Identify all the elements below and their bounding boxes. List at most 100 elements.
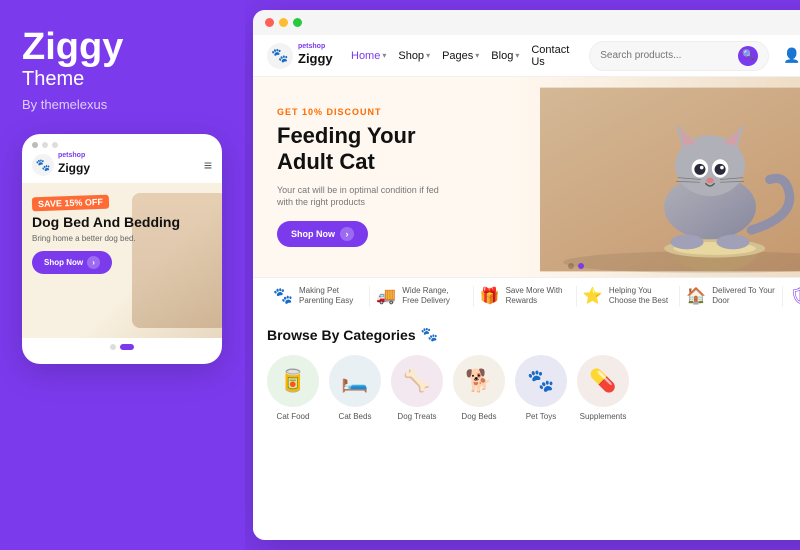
mobile-page-dot-1 <box>110 344 116 350</box>
nav-items: Home▾ Shop▾ Pages▾ Blog▾ Contact Us <box>351 44 569 68</box>
mobile-nav: 🐾 petshop Ziggy ≡ <box>22 152 222 183</box>
nav-item-pages[interactable]: Pages▾ <box>442 50 479 62</box>
category-circle-6: 💊 <box>577 355 629 407</box>
mobile-page-dot-2 <box>120 344 134 350</box>
site-logo-text-wrap: petshop Ziggy <box>298 43 333 68</box>
hero-pagination-dots <box>568 263 584 269</box>
browse-header: Browse By Categories 🐾 ‹ › <box>267 325 800 345</box>
site-logo-brand: Ziggy <box>298 51 333 66</box>
mobile-hero-sub: Bring home a better dog bed. <box>32 234 212 243</box>
category-label-2: Cat Beds <box>339 412 372 421</box>
mobile-shop-arrow-icon: › <box>87 256 100 269</box>
site-logo-sub: petshop <box>298 43 333 50</box>
home-icon: 🏠 <box>686 286 706 306</box>
category-label-5: Pet Toys <box>526 412 557 421</box>
hero-cat-image <box>530 77 800 277</box>
paw-icon: 🐾 <box>273 286 293 306</box>
category-circle-2: 🛏️ <box>329 355 381 407</box>
browser-maximize-button[interactable] <box>293 18 302 27</box>
nav-item-shop[interactable]: Shop▾ <box>398 50 430 62</box>
left-panel: Ziggy Theme By themelexus 🐾 petshop Zigg… <box>0 0 245 550</box>
mobile-logo-sub: petshop <box>58 152 90 159</box>
features-bar: 🐾 Making Pet Parenting Easy 🚚 Wide Range… <box>253 277 800 315</box>
hero-dot-1[interactable] <box>568 263 574 269</box>
mobile-logo-brand: Ziggy <box>58 161 90 175</box>
site-logo: 🐾 petshop Ziggy <box>267 43 337 69</box>
hero-description: Your cat will be in optimal condition if… <box>277 184 449 209</box>
browse-section: Browse By Categories 🐾 ‹ › 🥫 Cat Food 🛏️… <box>253 315 800 540</box>
star-icon: ⭐ <box>583 286 603 306</box>
category-label-4: Dog Beds <box>461 412 496 421</box>
mobile-titlebar-dots <box>22 134 222 152</box>
brand-title: Ziggy <box>22 28 123 66</box>
category-circle-4: 🐕 <box>453 355 505 407</box>
hero-shop-now-button[interactable]: Shop Now › <box>277 221 368 247</box>
hero-arrow-icon: › <box>340 227 354 241</box>
browser-minimize-button[interactable] <box>279 18 288 27</box>
category-list: 🥫 Cat Food 🛏️ Cat Beds 🦴 Dog Treats 🐕 Do… <box>267 355 800 421</box>
mobile-hero: SAVE 15% OFF Dog Bed And Bedding Bring h… <box>22 183 222 338</box>
category-item-5[interactable]: 🐾 Pet Toys <box>515 355 567 421</box>
mobile-shop-now-button[interactable]: Shop Now › <box>32 251 112 274</box>
shield-icon: 🛡 <box>789 286 800 306</box>
hero-discount-label: GET 10% DISCOUNT <box>277 107 449 117</box>
feature-text-2: Wide Range, Free Delivery <box>402 286 466 307</box>
category-item-1[interactable]: 🥫 Cat Food <box>267 355 319 421</box>
feature-item-1: 🐾 Making Pet Parenting Easy <box>267 286 370 307</box>
search-button[interactable]: 🔍 <box>738 46 758 66</box>
brand-subtitle: Theme <box>22 68 84 91</box>
browse-title-paw-icon: 🐾 <box>421 326 438 343</box>
mobile-logo-icon: 🐾 <box>32 154 54 176</box>
nav-search-bar[interactable]: 🔍 <box>589 41 769 71</box>
feature-item-6: 🛡 100% Protected By Paypal <box>783 286 800 307</box>
browse-title: Browse By Categories 🐾 <box>267 326 438 343</box>
gift-icon: 🎁 <box>480 286 500 306</box>
mobile-dot-3 <box>52 142 58 148</box>
category-label-1: Cat Food <box>277 412 310 421</box>
feature-text-3: Save More With Rewards <box>506 286 570 307</box>
browser-titlebar <box>253 10 800 35</box>
mobile-logo-text: petshop Ziggy <box>58 152 90 177</box>
category-circle-1: 🥫 <box>267 355 319 407</box>
category-item-4[interactable]: 🐕 Dog Beds <box>453 355 505 421</box>
mobile-dot-2 <box>42 142 48 148</box>
site-logo-icon: 🐾 <box>267 43 293 69</box>
mobile-save-badge: SAVE 15% OFF <box>32 195 109 212</box>
feature-text-1: Making Pet Parenting Easy <box>299 286 363 307</box>
nav-item-contact[interactable]: Contact Us <box>531 44 569 68</box>
search-input[interactable] <box>600 50 732 61</box>
mobile-logo: 🐾 petshop Ziggy <box>32 152 90 177</box>
nav-actions: 👤 ♡ 0 🛒 0 $0.00 <box>783 47 800 65</box>
hero-dot-2[interactable] <box>578 263 584 269</box>
delivery-icon: 🚚 <box>376 286 396 306</box>
feature-item-2: 🚚 Wide Range, Free Delivery <box>370 286 473 307</box>
category-item-3[interactable]: 🦴 Dog Treats <box>391 355 443 421</box>
nav-item-blog[interactable]: Blog▾ <box>491 50 519 62</box>
brand-by: By themelexus <box>22 97 107 112</box>
category-circle-5: 🐾 <box>515 355 567 407</box>
nav-item-home[interactable]: Home▾ <box>351 50 386 62</box>
category-label-3: Dog Treats <box>397 412 436 421</box>
right-panel: 🐾 petshop Ziggy Home▾ Shop▾ Pages▾ Blog▾ <box>245 0 800 550</box>
feature-item-3: 🎁 Save More With Rewards <box>474 286 577 307</box>
browser-window: 🐾 petshop Ziggy Home▾ Shop▾ Pages▾ Blog▾ <box>253 10 800 540</box>
browser-close-button[interactable] <box>265 18 274 27</box>
site-hero: GET 10% DISCOUNT Feeding Your Adult Cat … <box>253 77 800 277</box>
feature-item-5: 🏠 Delivered To Your Door <box>680 286 783 307</box>
hero-content: GET 10% DISCOUNT Feeding Your Adult Cat … <box>253 89 473 265</box>
site-navbar: 🐾 petshop Ziggy Home▾ Shop▾ Pages▾ Blog▾ <box>253 35 800 77</box>
category-item-2[interactable]: 🛏️ Cat Beds <box>329 355 381 421</box>
hero-title: Feeding Your Adult Cat <box>277 123 449 176</box>
user-icon[interactable]: 👤 <box>783 47 800 64</box>
mobile-dot-1 <box>32 142 38 148</box>
mobile-menu-icon[interactable]: ≡ <box>204 157 212 173</box>
category-label-6: Supplements <box>580 412 627 421</box>
feature-item-4: ⭐ Helping You Choose the Best <box>577 286 680 307</box>
category-circle-3: 🦴 <box>391 355 443 407</box>
category-item-6[interactable]: 💊 Supplements <box>577 355 629 421</box>
mobile-hero-title: Dog Bed And Bedding <box>32 214 212 231</box>
mobile-pagination <box>22 338 222 354</box>
feature-text-5: Delivered To Your Door <box>712 286 776 307</box>
cat-svg <box>540 82 800 277</box>
feature-text-4: Helping You Choose the Best <box>609 286 673 307</box>
